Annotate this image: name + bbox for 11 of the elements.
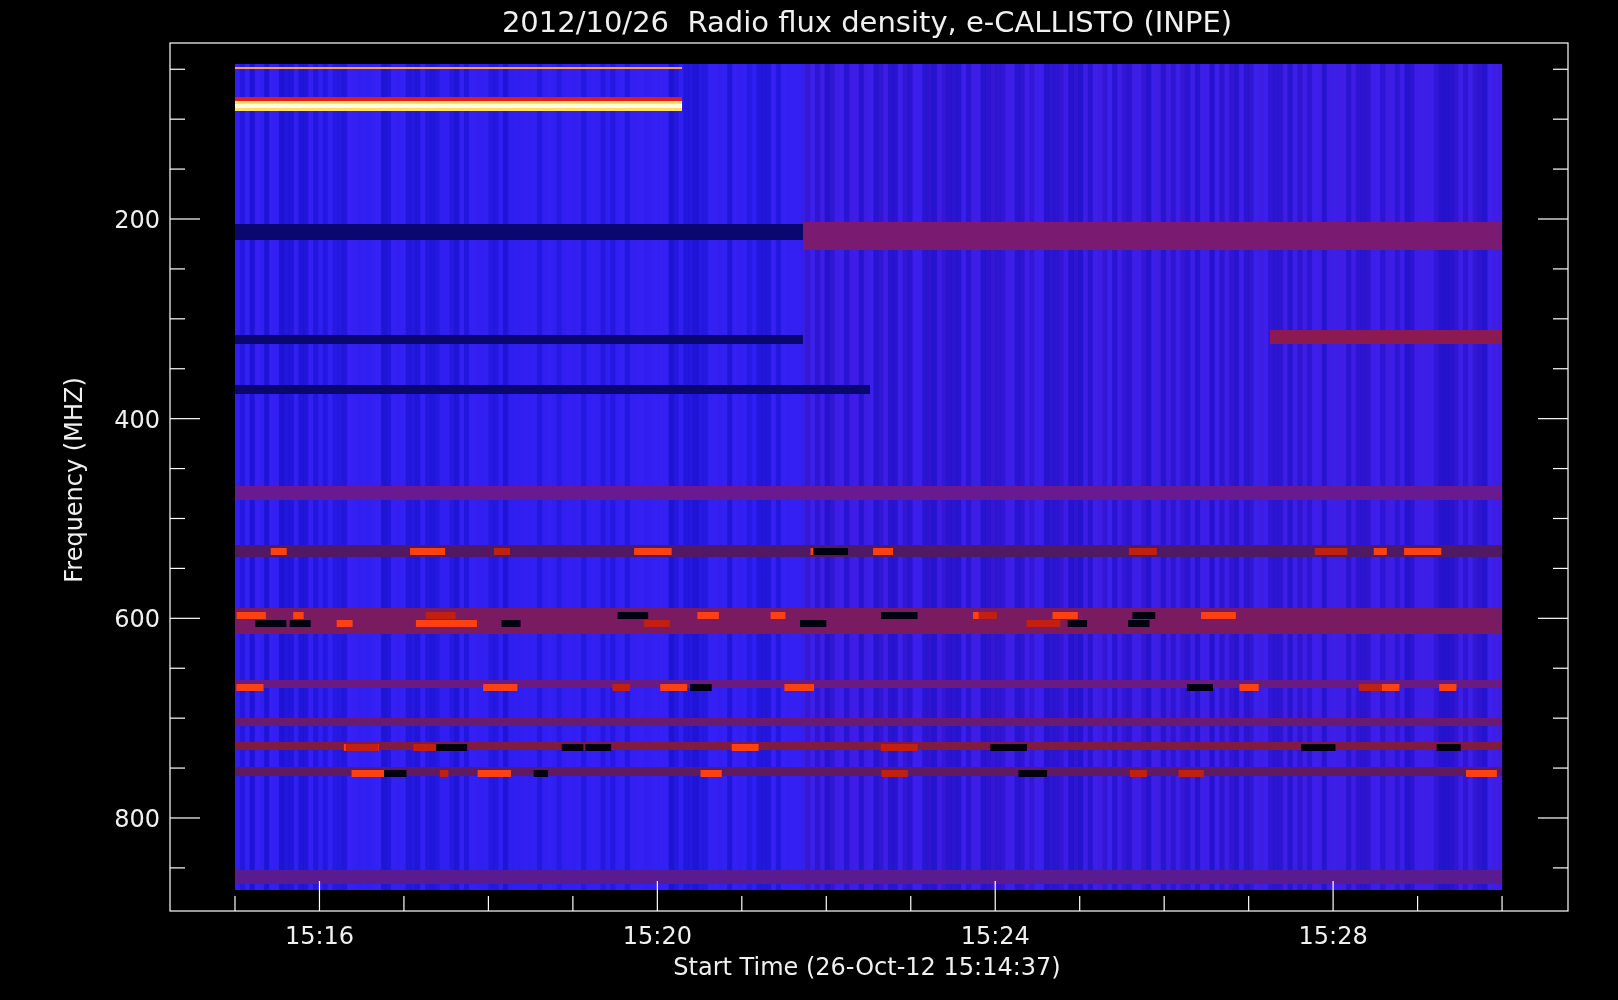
y-axis-label: Frequency (MHZ) [60,377,88,583]
y-tick-label: 200 [114,206,160,234]
x-tick-label: 15:20 [622,922,692,950]
y-tick-label: 600 [114,605,160,634]
plot-title: 2012/10/26 Radio flux density, e-CALLISTO (INPE) [501,5,1233,39]
y-tick-label: 800 [114,805,160,833]
y-tick-label: 400 [114,405,160,434]
x-tick-label: 15:28 [1298,922,1368,950]
x-axis-label: Start Time (26-Oct-12 15:14:37) [673,953,1061,981]
x-tick-label: 15:16 [284,922,355,950]
x-tick-label: 15:24 [960,922,1030,950]
